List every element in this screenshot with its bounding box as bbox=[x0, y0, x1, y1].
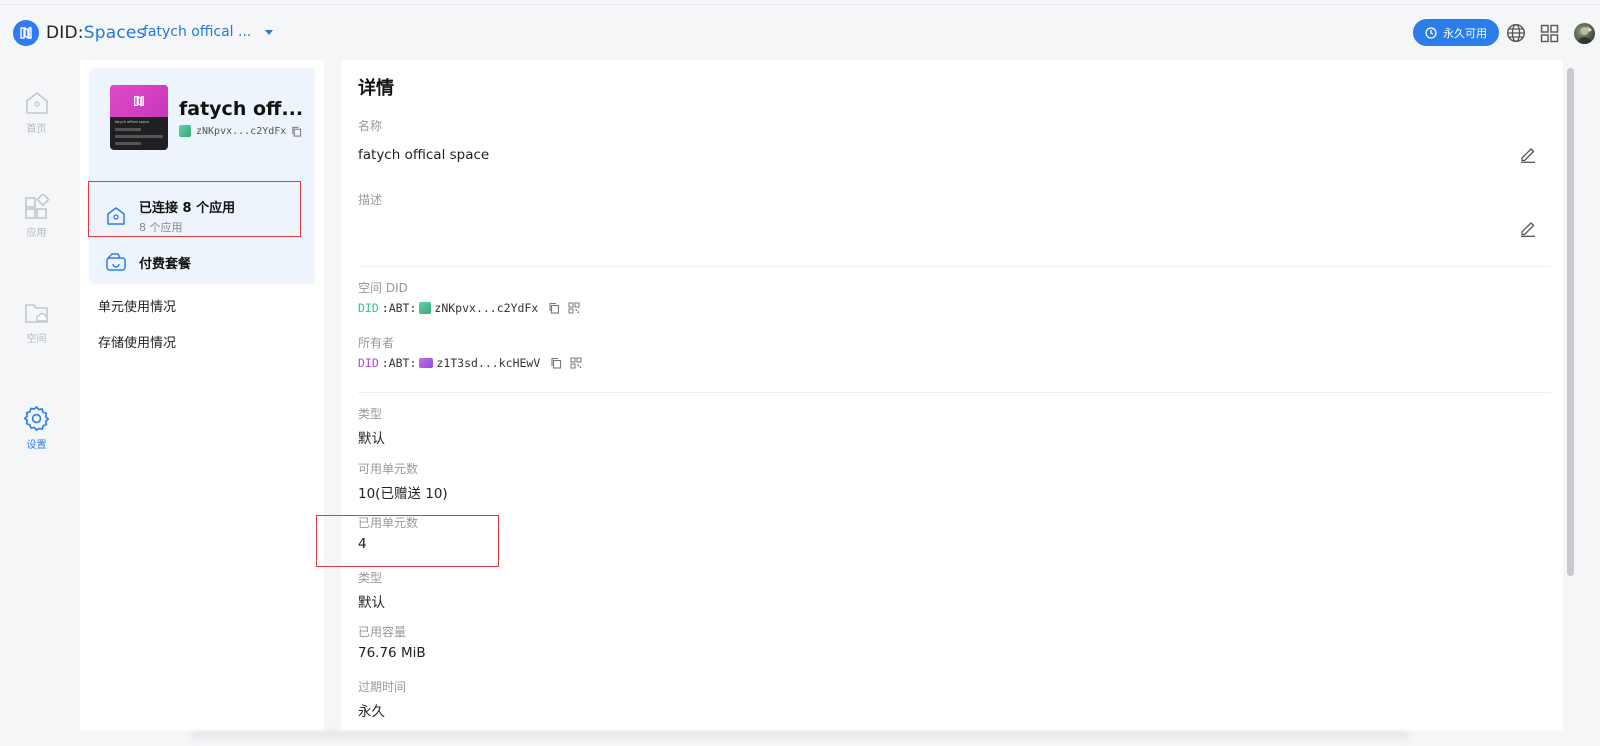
rail-item-home[interactable]: 首页 bbox=[0, 90, 73, 135]
space-selector[interactable]: fatych offical ... bbox=[143, 24, 274, 40]
rail-item-label: 空间 bbox=[26, 334, 47, 345]
app-logo-text[interactable]: DID:Spaces bbox=[46, 23, 146, 43]
section-divider bbox=[358, 392, 1551, 393]
edit-name-pencil-icon[interactable] bbox=[1519, 145, 1537, 163]
plan-status-badge[interactable]: 永久可用 bbox=[1413, 19, 1499, 46]
storage-usage-link[interactable]: 存储使用情况 bbox=[98, 332, 176, 351]
app-header: DID:Spaces fatych offical ... 永久可用 bbox=[0, 5, 1600, 60]
space-did-prefix: DID bbox=[358, 301, 379, 315]
space-did-value: zNKpvx...c2YdFx bbox=[434, 301, 539, 315]
rail-item-label: 应用 bbox=[26, 228, 47, 239]
space-did-row: DID:ABT: zNKpvx...c2YdFx bbox=[358, 301, 580, 315]
thumb-space-name: fatych offical space bbox=[115, 120, 150, 124]
space-card-did: zNKpvx...c2YdFx bbox=[179, 125, 302, 137]
expiry-value: 永久 bbox=[358, 704, 385, 720]
did-avatar-icon bbox=[179, 125, 191, 137]
space-did-abt: :ABT: bbox=[381, 301, 417, 315]
used-units-value: 4 bbox=[358, 536, 367, 552]
available-units-label: 可用单元数 bbox=[358, 462, 419, 476]
expiry-label: 过期时间 bbox=[358, 680, 407, 694]
did-avatar-icon bbox=[419, 302, 432, 314]
apps-icon bbox=[24, 194, 50, 219]
rail-item-label: 首页 bbox=[26, 124, 47, 135]
used-units-label: 已用单元数 bbox=[358, 516, 419, 530]
type-label: 类型 bbox=[358, 407, 383, 421]
rail-item-space[interactable]: 空间 bbox=[0, 300, 73, 345]
paid-plan-label: 付费套餐 bbox=[139, 256, 192, 272]
wallet-icon bbox=[106, 253, 126, 271]
owner-did-abt: :ABT: bbox=[381, 356, 417, 370]
name-label: 名称 bbox=[358, 119, 383, 133]
caret-down-icon bbox=[265, 29, 274, 35]
language-globe-icon[interactable] bbox=[1505, 22, 1527, 44]
rail-item-label: 设置 bbox=[26, 440, 47, 451]
space-selector-label: fatych offical ... bbox=[143, 24, 252, 40]
gear-icon bbox=[23, 406, 50, 431]
left-rail-nav: 首页 应用 空间 设置 bbox=[0, 60, 73, 746]
name-value: fatych offical space bbox=[358, 147, 490, 163]
folder-cloud-icon bbox=[24, 304, 48, 323]
available-units-value: 10(已赠送 10) bbox=[358, 486, 448, 502]
connected-apps-title: 已连接 8 个应用 bbox=[139, 201, 236, 216]
copy-icon[interactable] bbox=[548, 302, 560, 314]
details-title: 详情 bbox=[358, 78, 394, 99]
owner-did-row: DID:ABT: z1T3sd...kcHEwV bbox=[358, 356, 582, 370]
used-capacity-label: 已用容量 bbox=[358, 625, 407, 639]
rail-item-settings[interactable]: 设置 bbox=[0, 405, 73, 451]
rail-item-apps[interactable]: 应用 bbox=[0, 194, 73, 239]
space-card-did-value: zNKpvx...c2YdFx bbox=[196, 125, 287, 137]
home-icon bbox=[25, 92, 48, 114]
connected-apps-item[interactable]: 已连接 8 个应用 8 个应用 bbox=[89, 188, 315, 244]
did-spaces-logo-icon[interactable] bbox=[13, 20, 39, 46]
clock-icon bbox=[1425, 26, 1437, 39]
settings-subnav: fatych offical space fatych off... zNKpv… bbox=[80, 60, 324, 731]
copy-icon[interactable] bbox=[550, 357, 562, 369]
space-thumbnail: fatych offical space bbox=[110, 85, 168, 150]
did-avatar-icon bbox=[419, 358, 434, 368]
bottom-shadow bbox=[190, 731, 1410, 743]
details-scrollbar[interactable] bbox=[1567, 68, 1574, 576]
owner-did-value: z1T3sd...kcHEwV bbox=[436, 356, 541, 370]
used-capacity-value: 76.76 MiB bbox=[358, 645, 426, 661]
home-outline-icon bbox=[107, 207, 125, 225]
space-did-label: 空间 DID bbox=[358, 281, 408, 295]
connected-apps-sub: 8 个应用 bbox=[139, 221, 183, 234]
qr-code-icon[interactable] bbox=[570, 357, 582, 369]
app-grid-icon[interactable] bbox=[1538, 22, 1560, 44]
paid-plan-item[interactable]: 付费套餐 bbox=[105, 252, 191, 272]
details-panel: 详情 名称 fatych offical space 描述 空间 DID DID… bbox=[341, 60, 1563, 731]
qr-code-icon[interactable] bbox=[568, 302, 580, 314]
space-card: fatych offical space fatych off... zNKpv… bbox=[89, 68, 315, 284]
description-label: 描述 bbox=[358, 193, 383, 207]
copy-icon[interactable] bbox=[291, 126, 302, 137]
owner-did-prefix: DID bbox=[358, 356, 379, 370]
type2-value: 默认 bbox=[358, 595, 385, 611]
section-divider bbox=[358, 266, 1551, 267]
space-card-title: fatych off... bbox=[179, 98, 304, 120]
user-avatar[interactable] bbox=[1574, 23, 1595, 44]
type-value: 默认 bbox=[358, 431, 385, 447]
owner-label: 所有者 bbox=[358, 336, 395, 350]
unit-usage-link[interactable]: 单元使用情况 bbox=[98, 296, 176, 315]
edit-description-pencil-icon[interactable] bbox=[1519, 219, 1537, 237]
type2-label: 类型 bbox=[358, 571, 383, 585]
plan-status-label: 永久可用 bbox=[1443, 26, 1487, 40]
